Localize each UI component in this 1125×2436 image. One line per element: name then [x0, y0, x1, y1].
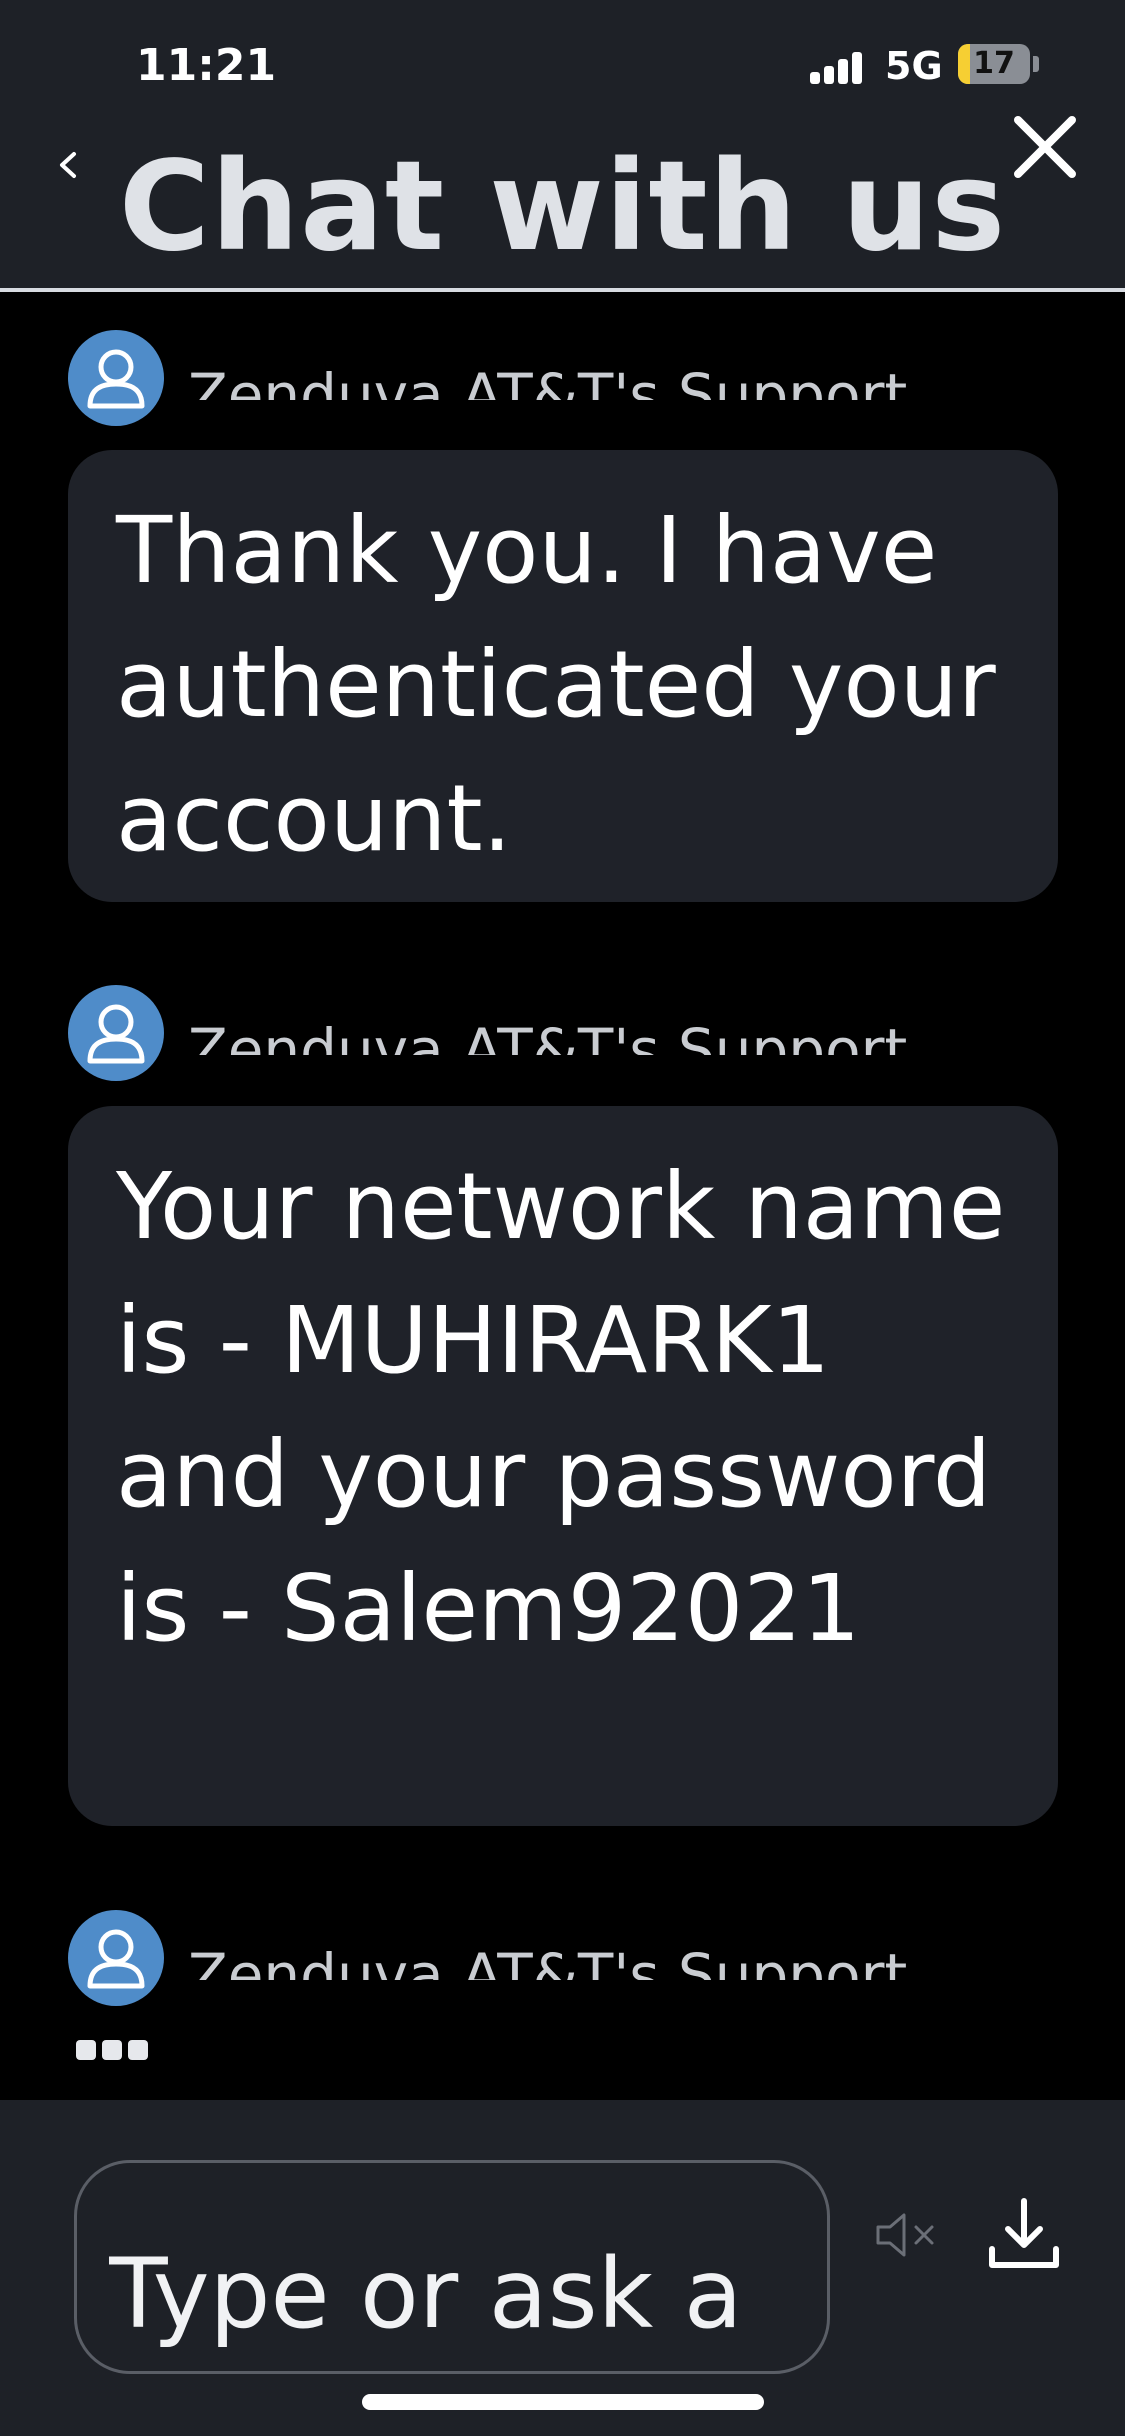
battery-tip	[1033, 56, 1039, 72]
user-icon	[87, 349, 145, 409]
avatar	[68, 985, 164, 1081]
typing-indicator	[76, 2040, 156, 2064]
home-indicator[interactable]	[362, 2394, 764, 2410]
message-text: Your network name is - MUHIRARK1 and you…	[116, 1153, 1006, 1662]
agent-header: Zenduva AT&T's Support	[68, 985, 1058, 1081]
close-icon	[1014, 116, 1076, 178]
page-title: Chat with us	[118, 135, 1007, 279]
message-input-container[interactable]	[74, 2160, 830, 2374]
typing-dot	[102, 2040, 122, 2060]
battery-percent: 17	[973, 46, 1015, 81]
close-button[interactable]	[1010, 112, 1080, 182]
message-input[interactable]	[107, 2233, 811, 2355]
status-time: 11:21	[136, 40, 277, 91]
agent-name: Zenduva AT&T's Support	[188, 1941, 908, 1980]
mute-button[interactable]	[872, 2205, 944, 2265]
typing-dot	[76, 2040, 96, 2060]
message-bubble: Your network name is - MUHIRARK1 and you…	[68, 1106, 1058, 1826]
agent-name: Zenduva AT&T's Support	[188, 361, 908, 400]
user-icon	[87, 1929, 145, 1989]
agent-header: Zenduva AT&T's Support	[68, 330, 1058, 426]
agent-header: Zenduva AT&T's Support	[68, 1910, 1058, 2006]
avatar	[68, 330, 164, 426]
typing-dot	[128, 2040, 148, 2060]
speaker-muted-icon	[876, 2213, 934, 2257]
signal-strength-icon	[810, 50, 872, 84]
network-type: 5G	[885, 44, 943, 88]
message-bubble: Thank you. I have authenticated your acc…	[68, 450, 1058, 902]
avatar	[68, 1910, 164, 2006]
download-icon	[989, 2198, 1059, 2268]
header-bar: 11:21 5G 17 Chat with us	[0, 0, 1125, 292]
battery-icon: 17	[958, 44, 1030, 84]
user-icon	[87, 1004, 145, 1064]
message-text: Thank you. I have authenticated your acc…	[116, 497, 996, 872]
agent-name: Zenduva AT&T's Support	[188, 1016, 908, 1055]
download-button[interactable]	[986, 2195, 1062, 2275]
